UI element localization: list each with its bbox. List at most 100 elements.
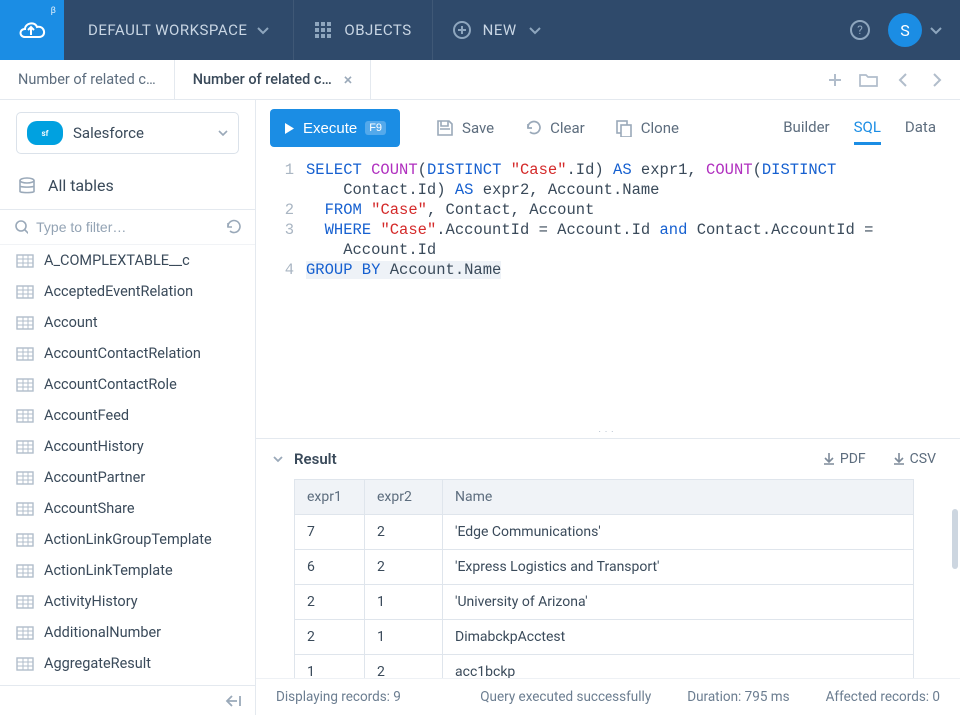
clone-button[interactable]: Clone bbox=[601, 109, 693, 147]
view-tab-builder[interactable]: Builder bbox=[783, 112, 829, 145]
tables-list[interactable]: A_COMPLEXTABLE__c AcceptedEventRelation Ac… bbox=[0, 245, 255, 685]
nav-new[interactable]: NEW bbox=[433, 0, 561, 60]
document-tab[interactable]: Number of related c… × bbox=[175, 60, 372, 99]
execute-label: Execute bbox=[303, 120, 357, 137]
save-button[interactable]: Save bbox=[422, 109, 508, 147]
table-item-label: ActionLinkTemplate bbox=[44, 562, 173, 579]
save-label: Save bbox=[462, 119, 494, 137]
table-row[interactable]: 21'University of Arizona' bbox=[295, 585, 914, 620]
search-icon bbox=[14, 219, 28, 235]
export-csv-label: CSV bbox=[910, 451, 936, 467]
table-item[interactable]: AcceptedEventRelation bbox=[0, 276, 255, 307]
table-item[interactable]: ActionLinkGroupTemplate bbox=[0, 524, 255, 555]
table-cell: 2 bbox=[365, 515, 443, 550]
table-cell: 2 bbox=[295, 585, 365, 620]
chevron-down-icon bbox=[218, 130, 228, 136]
salesforce-icon: sf bbox=[27, 121, 63, 145]
sql-editor[interactable]: 1234 SELECT COUNT(DISTINCT "Case".Id) AS… bbox=[256, 156, 960, 428]
avatar-initial: S bbox=[900, 21, 910, 40]
filter-input[interactable] bbox=[36, 219, 217, 235]
toolbar: Execute F9 Save Clear Clone Builder SQL … bbox=[256, 100, 960, 156]
execute-hotkey: F9 bbox=[365, 121, 386, 135]
table-item-label: AccountShare bbox=[44, 500, 135, 517]
result-panel: Result PDF CSV expr1expr2Name72'Edge Com… bbox=[256, 438, 960, 715]
line-gutter: 1234 bbox=[256, 160, 306, 428]
table-item-label: AccountFeed bbox=[44, 407, 129, 424]
next-button[interactable] bbox=[926, 69, 948, 91]
table-item[interactable]: AccountPartner bbox=[0, 462, 255, 493]
main: sf Salesforce All tables A_COMPLEXTABLE_… bbox=[0, 100, 960, 715]
table-item[interactable]: AccountContactRelation bbox=[0, 338, 255, 369]
play-icon bbox=[284, 122, 295, 135]
table-cell: acc1bckp bbox=[443, 655, 914, 679]
export-csv-button[interactable]: CSV bbox=[884, 447, 944, 471]
view-tab-data[interactable]: Data bbox=[905, 112, 936, 145]
clear-icon bbox=[524, 119, 542, 137]
table-cell: 1 bbox=[365, 620, 443, 655]
table-row[interactable]: 72'Edge Communications' bbox=[295, 515, 914, 550]
all-tables-label: All tables bbox=[48, 176, 114, 195]
user-avatar[interactable]: S bbox=[888, 13, 922, 47]
table-item[interactable]: AdditionalNumber bbox=[0, 617, 255, 648]
close-icon[interactable]: × bbox=[344, 70, 353, 89]
download-icon bbox=[822, 452, 836, 466]
view-tab-sql[interactable]: SQL bbox=[854, 112, 881, 145]
new-tab-button[interactable] bbox=[824, 69, 846, 91]
topbar: β DEFAULT WORKSPACE OBJECTS NEW ? S bbox=[0, 0, 960, 60]
nav-objects-label: OBJECTS bbox=[344, 21, 411, 39]
all-tables-entry[interactable]: All tables bbox=[0, 166, 255, 210]
sql-code[interactable]: SELECT COUNT(DISTINCT "Case".Id) AS expr… bbox=[306, 160, 960, 428]
table-item[interactable]: AccountContactRole bbox=[0, 369, 255, 400]
table-cell: 1 bbox=[365, 585, 443, 620]
query-duration: Duration: 795 ms bbox=[687, 689, 789, 705]
table-item-label: Account bbox=[44, 314, 98, 331]
table-item[interactable]: AccountShare bbox=[0, 493, 255, 524]
nav-objects[interactable]: OBJECTS bbox=[294, 0, 431, 60]
table-item[interactable]: ActionLinkTemplate bbox=[0, 555, 255, 586]
column-header[interactable]: Name bbox=[443, 480, 914, 515]
execute-button[interactable]: Execute F9 bbox=[270, 109, 400, 147]
table-item-label: AccountContactRole bbox=[44, 376, 177, 393]
app-logo[interactable]: β bbox=[0, 0, 64, 60]
chevron-down-icon[interactable] bbox=[930, 27, 942, 35]
sidebar: sf Salesforce All tables A_COMPLEXTABLE_… bbox=[0, 100, 256, 715]
table-item[interactable]: AccountHistory bbox=[0, 431, 255, 462]
table-item[interactable]: AccountFeed bbox=[0, 400, 255, 431]
split-handle[interactable]: ··· bbox=[256, 428, 960, 438]
workspace-selector[interactable]: DEFAULT WORKSPACE bbox=[64, 21, 293, 39]
table-item[interactable]: ActivityHistory bbox=[0, 586, 255, 617]
table-item[interactable]: A_COMPLEXTABLE__c bbox=[0, 245, 255, 276]
save-icon bbox=[436, 119, 454, 137]
connection-selector[interactable]: sf Salesforce bbox=[16, 112, 239, 154]
table-item-label: A_COMPLEXTABLE__c bbox=[44, 252, 190, 269]
table-row[interactable]: 12acc1bckp bbox=[295, 655, 914, 679]
table-item-label: AccountHistory bbox=[44, 438, 144, 455]
refresh-icon[interactable] bbox=[225, 218, 241, 236]
document-tab[interactable]: Number of related c… bbox=[0, 60, 175, 99]
help-button[interactable]: ? bbox=[850, 20, 870, 40]
table-item-label: AcceptedEventRelation bbox=[44, 283, 193, 300]
table-item[interactable]: AggregateResult bbox=[0, 648, 255, 679]
objects-icon bbox=[314, 21, 332, 39]
collapse-sidebar-button[interactable] bbox=[223, 690, 245, 712]
tabstrip: Number of related c… Number of related c… bbox=[0, 60, 960, 100]
prev-button[interactable] bbox=[892, 69, 914, 91]
export-pdf-button[interactable]: PDF bbox=[814, 447, 874, 471]
chevron-down-icon bbox=[257, 27, 269, 35]
open-folder-button[interactable] bbox=[858, 69, 880, 91]
column-header[interactable]: expr2 bbox=[365, 480, 443, 515]
cloud-icon bbox=[17, 19, 47, 41]
table-row[interactable]: 62'Express Logistics and Transport' bbox=[295, 550, 914, 585]
column-header[interactable]: expr1 bbox=[295, 480, 365, 515]
table-cell: 2 bbox=[365, 550, 443, 585]
result-table[interactable]: expr1expr2Name72'Edge Communications'62'… bbox=[294, 479, 914, 678]
table-row[interactable]: 21DimabckpAcctest bbox=[295, 620, 914, 655]
table-cell: 2 bbox=[365, 655, 443, 679]
table-cell: DimabckpAcctest bbox=[443, 620, 914, 655]
clear-button[interactable]: Clear bbox=[510, 109, 599, 147]
scrollbar-thumb[interactable] bbox=[952, 509, 958, 569]
clear-label: Clear bbox=[550, 119, 585, 137]
table-cell: 6 bbox=[295, 550, 365, 585]
table-item[interactable]: Account bbox=[0, 307, 255, 338]
chevron-down-icon[interactable] bbox=[272, 453, 284, 465]
